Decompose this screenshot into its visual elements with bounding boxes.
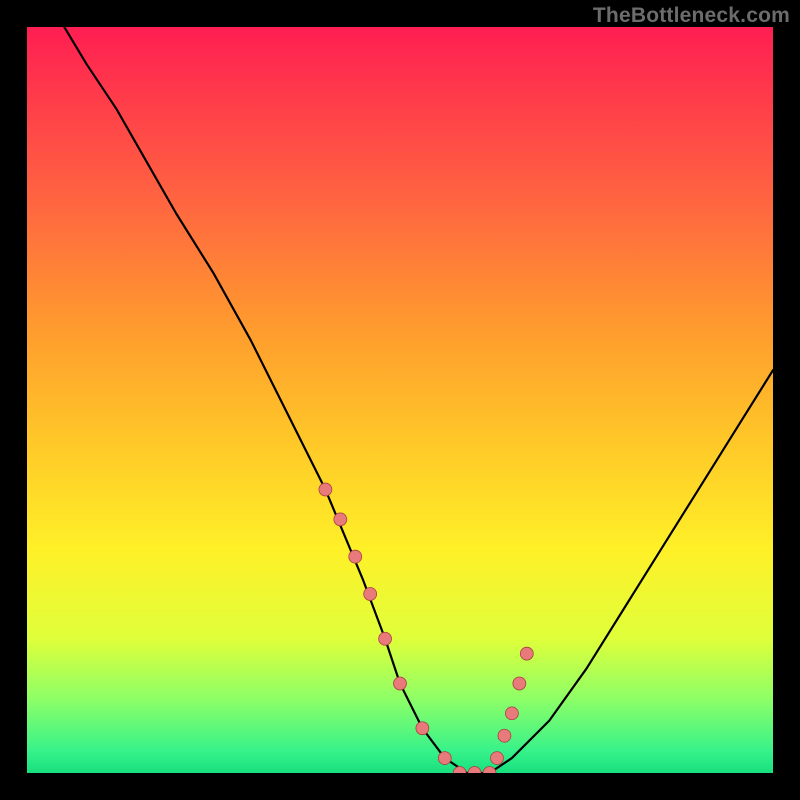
plot-svg: [27, 27, 773, 773]
data-point: [349, 550, 362, 563]
data-point: [416, 722, 429, 735]
data-point: [505, 707, 518, 720]
data-point: [491, 752, 504, 765]
data-point: [498, 729, 511, 742]
plot-area: [25, 25, 775, 775]
bottleneck-curve: [64, 27, 773, 773]
data-point: [319, 483, 332, 496]
data-point: [364, 587, 377, 600]
data-point: [468, 767, 481, 773]
data-point: [334, 513, 347, 526]
markers-group: [319, 483, 533, 773]
data-point: [438, 752, 451, 765]
data-point: [520, 647, 533, 660]
data-point: [513, 677, 526, 690]
data-point: [379, 632, 392, 645]
chart-stage: TheBottleneck.com: [0, 0, 800, 800]
data-point: [453, 767, 466, 773]
watermark-text: TheBottleneck.com: [593, 4, 790, 28]
data-point: [394, 677, 407, 690]
data-point: [483, 767, 496, 773]
